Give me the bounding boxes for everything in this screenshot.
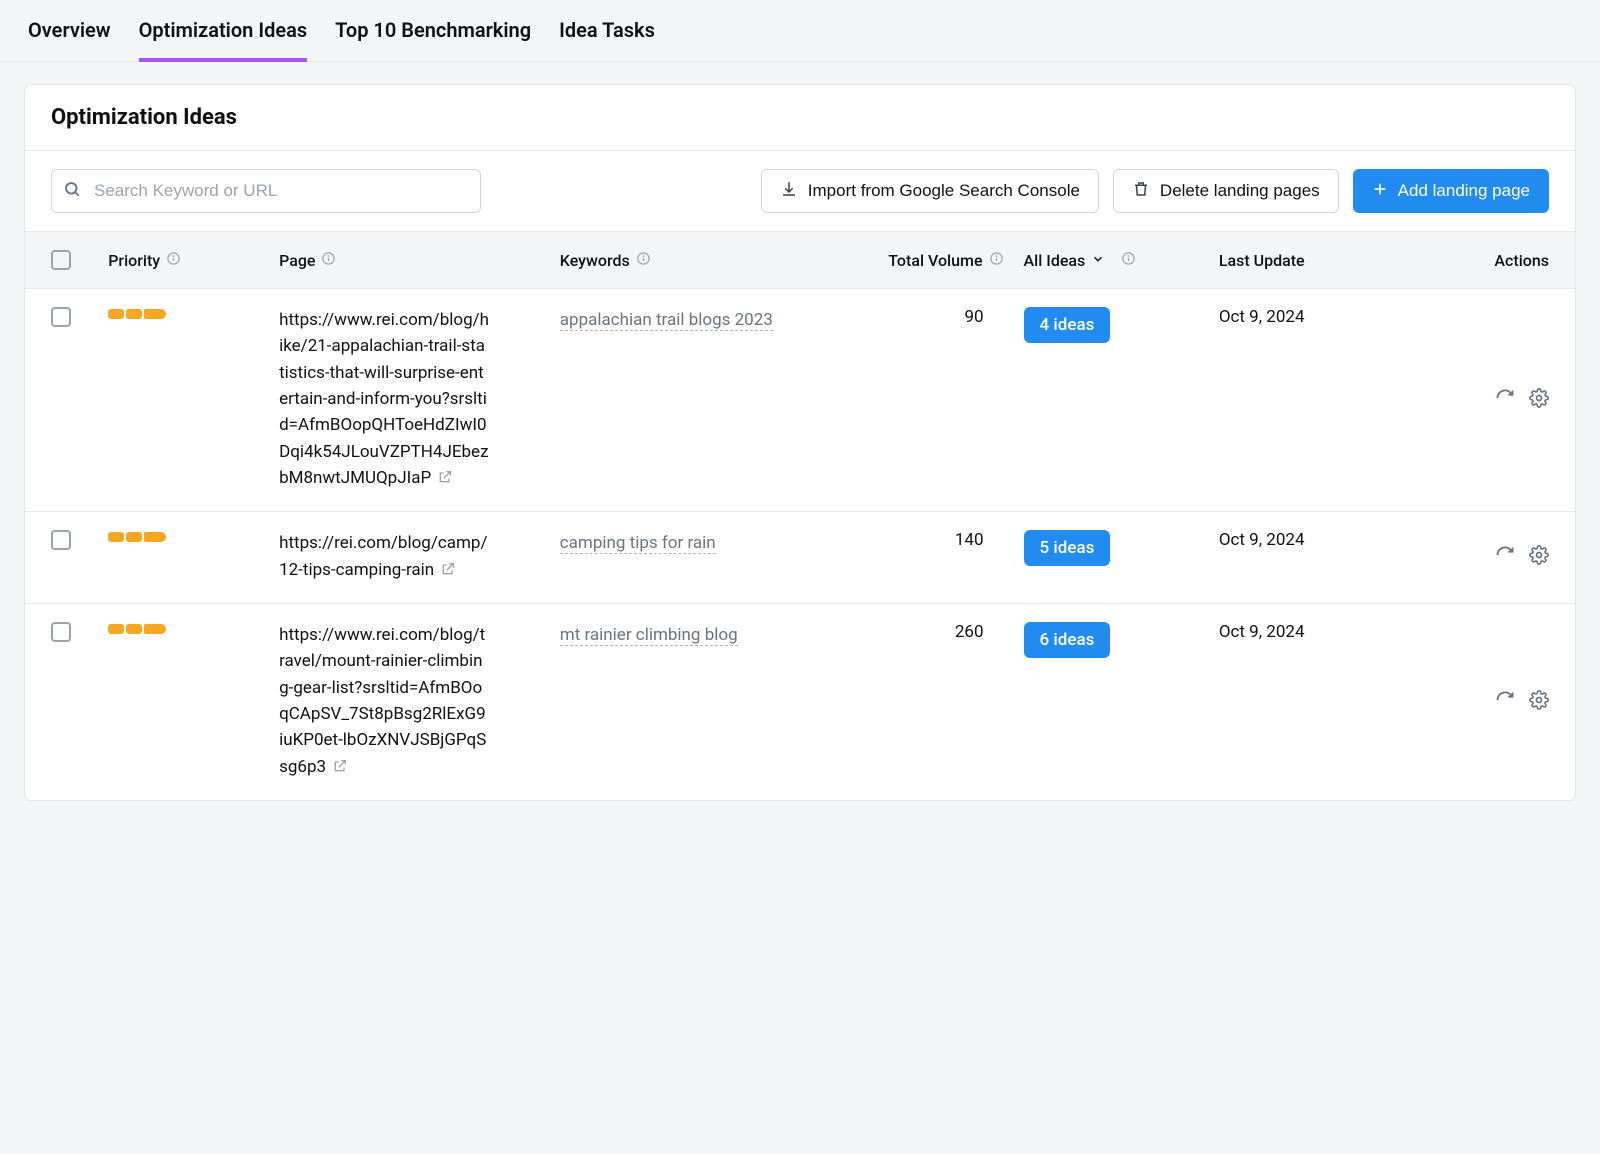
panel-title: Optimization Ideas: [25, 85, 1575, 151]
add-landing-page-button[interactable]: Add landing page: [1353, 169, 1549, 213]
toolbar: Import from Google Search Console Delete…: [25, 151, 1575, 231]
download-icon: [780, 180, 798, 203]
import-gsc-button[interactable]: Import from Google Search Console: [761, 169, 1099, 213]
page-url[interactable]: https://rei.com/blog/camp/12-tips-campin…: [279, 530, 489, 585]
tab-top10-benchmarking[interactable]: Top 10 Benchmarking: [335, 18, 531, 62]
select-all-checkbox[interactable]: [51, 250, 71, 270]
keyword-link[interactable]: mt rainier climbing blog: [560, 625, 738, 646]
info-icon[interactable]: [989, 251, 1004, 270]
page-url[interactable]: https://www.rei.com/blog/travel/mount-ra…: [279, 622, 489, 782]
chevron-down-icon[interactable]: [1091, 251, 1105, 270]
info-icon[interactable]: [321, 251, 336, 270]
ideas-badge[interactable]: 4 ideas: [1024, 307, 1111, 343]
keyword-link[interactable]: appalachian trail blogs 2023: [560, 310, 773, 331]
external-link-icon[interactable]: [437, 467, 453, 493]
last-update: Oct 9, 2024: [1219, 622, 1305, 642]
tab-optimization-ideas[interactable]: Optimization Ideas: [139, 18, 308, 62]
delete-pages-button[interactable]: Delete landing pages: [1113, 169, 1339, 213]
row-checkbox[interactable]: [51, 622, 71, 642]
plus-icon: [1372, 181, 1388, 202]
col-page-label: Page: [279, 251, 315, 270]
priority-indicator: [108, 532, 259, 542]
refresh-icon[interactable]: [1495, 388, 1515, 413]
search-input[interactable]: [51, 169, 481, 213]
external-link-icon[interactable]: [332, 756, 348, 782]
row-checkbox[interactable]: [51, 307, 71, 327]
last-update: Oct 9, 2024: [1219, 307, 1305, 327]
info-icon[interactable]: [636, 251, 651, 270]
col-ideas-label[interactable]: All Ideas: [1024, 251, 1086, 270]
col-update-label: Last Update: [1219, 251, 1305, 270]
total-volume: 90: [964, 307, 983, 327]
priority-indicator: [108, 309, 259, 319]
external-link-icon[interactable]: [440, 559, 456, 585]
last-update: Oct 9, 2024: [1219, 530, 1305, 550]
col-priority-label: Priority: [108, 251, 160, 270]
tab-bar: Overview Optimization Ideas Top 10 Bench…: [0, 0, 1600, 62]
gear-icon[interactable]: [1529, 388, 1549, 413]
trash-icon: [1132, 180, 1150, 203]
gear-icon[interactable]: [1529, 545, 1549, 570]
page-url[interactable]: https://www.rei.com/blog/hike/21-appalac…: [279, 307, 489, 493]
tab-overview[interactable]: Overview: [28, 18, 111, 62]
add-label: Add landing page: [1398, 181, 1530, 201]
ideas-badge[interactable]: 5 ideas: [1024, 530, 1111, 566]
info-icon[interactable]: [1121, 251, 1136, 270]
total-volume: 140: [955, 530, 984, 550]
ideas-table: Priority Page Keywords: [25, 231, 1575, 800]
tab-idea-tasks[interactable]: Idea Tasks: [559, 18, 655, 62]
table-row: https://rei.com/blog/camp/12-tips-campin…: [25, 512, 1575, 604]
delete-label: Delete landing pages: [1160, 181, 1320, 201]
gear-icon[interactable]: [1529, 690, 1549, 715]
col-volume-label: Total Volume: [888, 251, 982, 270]
keyword-link[interactable]: camping tips for rain: [560, 533, 716, 554]
table-row: https://www.rei.com/blog/hike/21-appalac…: [25, 289, 1575, 512]
col-actions-label: Actions: [1494, 251, 1549, 270]
ideas-badge[interactable]: 6 ideas: [1024, 622, 1111, 658]
refresh-icon[interactable]: [1495, 690, 1515, 715]
refresh-icon[interactable]: [1495, 545, 1515, 570]
import-label: Import from Google Search Console: [808, 181, 1080, 201]
row-checkbox[interactable]: [51, 530, 71, 550]
priority-indicator: [108, 624, 259, 634]
total-volume: 260: [955, 622, 984, 642]
search-icon: [63, 180, 81, 202]
col-keywords-label: Keywords: [560, 251, 630, 270]
info-icon[interactable]: [166, 251, 181, 270]
optimization-panel: Optimization Ideas Import from Google Se…: [24, 84, 1576, 801]
table-row: https://www.rei.com/blog/travel/mount-ra…: [25, 604, 1575, 801]
